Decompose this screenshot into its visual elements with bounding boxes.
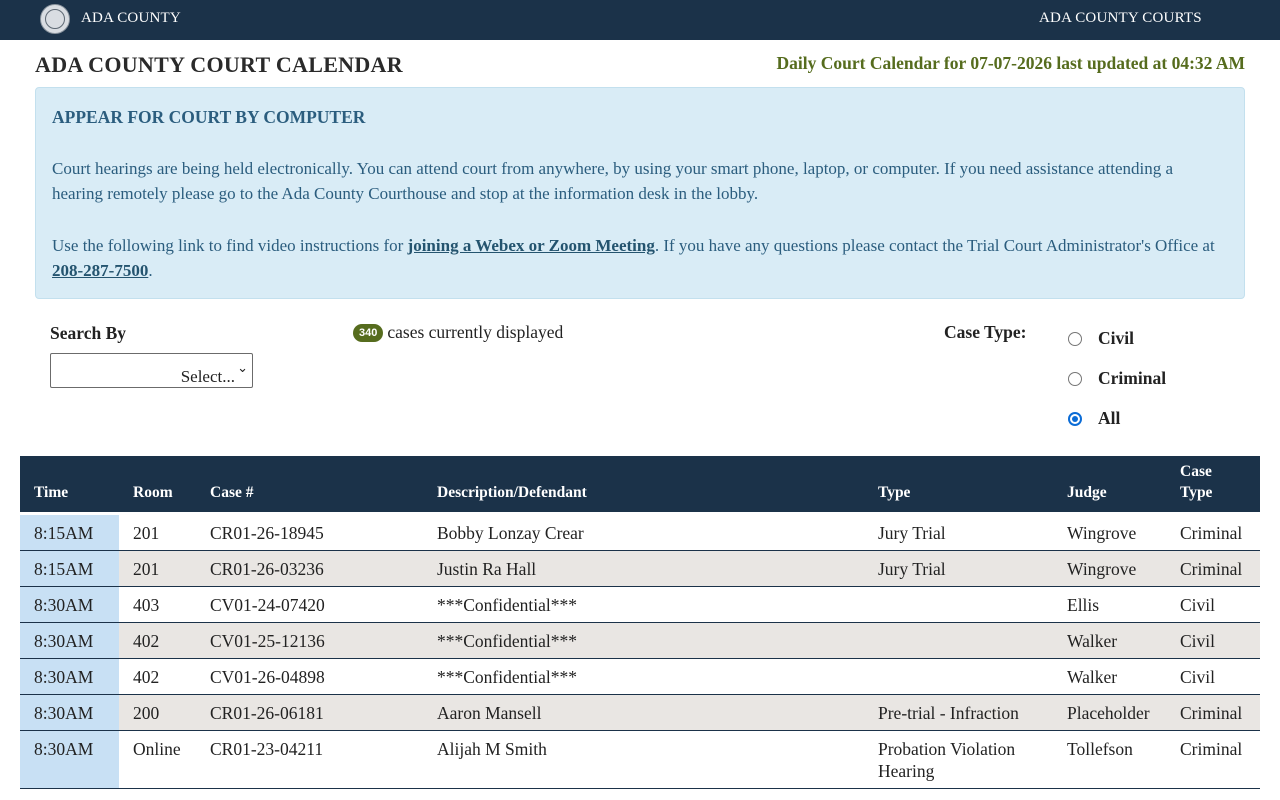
cell-judge: Wingrove [1053, 513, 1166, 551]
cell-type [864, 586, 1053, 623]
case-type-label: Case Type: [944, 322, 1027, 342]
cell-room: 200 [119, 694, 196, 731]
radio-option-all[interactable]: All [1068, 408, 1120, 429]
table-row: 8:30AM 402 CV01-26-04898 ***Confidential***… [20, 658, 1260, 695]
cell-case-number: CR01-26-18945 [196, 513, 423, 551]
notice-title: APPEAR FOR COURT BY COMPUTER [52, 107, 366, 127]
radio-civil[interactable] [1068, 331, 1082, 346]
cell-case-number: CV01-24-07420 [196, 586, 423, 623]
search-by-label: Search By [50, 323, 126, 343]
header-case-type-line1: Case [1180, 462, 1212, 480]
header-judge[interactable]: Judge [1053, 456, 1166, 515]
radio-criminal[interactable] [1068, 371, 1082, 386]
cell-case-type: Civil [1166, 658, 1260, 695]
header-case-type[interactable]: Case Type [1166, 456, 1260, 515]
header-case-type-line2: Type [1180, 483, 1213, 501]
page-title: ADA COUNTY COURT CALENDAR [35, 52, 403, 77]
cell-time: 8:15AM [20, 513, 119, 551]
cell-judge: Placeholder [1053, 694, 1166, 731]
brand-ada-county[interactable]: ADA COUNTY [81, 10, 181, 27]
header-type[interactable]: Type [864, 456, 1053, 515]
radio-all-label[interactable]: All [1098, 408, 1120, 429]
radio-option-criminal[interactable]: Criminal [1068, 368, 1166, 389]
header-description[interactable]: Description/Defendant [423, 456, 864, 515]
table-header-row: Time Room Case # Description/Defendant T… [20, 456, 1260, 515]
cell-description: ***Confidential*** [423, 586, 864, 623]
select-value: Select... [180, 367, 235, 386]
last-updated-text: Daily Court Calendar for 07-07-2026 last… [776, 53, 1245, 73]
table-row: 8:15AM 201 CR01-26-03236 Justin Ra Hall Jury… [20, 550, 1260, 587]
cell-judge: Walker [1053, 622, 1166, 659]
cell-description: ***Confidential*** [423, 658, 864, 695]
cell-time: 8:30AM [20, 586, 119, 623]
cases-count: 340 cases currently displayed [353, 322, 563, 343]
cell-type: Jury Trial [864, 550, 1053, 587]
notice-paragraph-2: Use the following link to find video ins… [52, 233, 1228, 283]
cell-judge: Ellis [1053, 586, 1166, 623]
notice-text: . If you have any questions please conta… [654, 236, 1215, 255]
cell-room: 402 [119, 658, 196, 695]
cell-description: Aaron Mansell [423, 694, 864, 731]
cell-type [864, 658, 1053, 695]
phone-link[interactable]: 208-287-7500 [52, 261, 148, 280]
cell-room: 402 [119, 622, 196, 659]
cell-case-type: Criminal [1166, 730, 1260, 789]
cell-case-type: Criminal [1166, 694, 1260, 731]
court-calendar-table: Time Room Case # Description/Defendant T… [20, 456, 1260, 789]
chevron-down-icon: ⌄ [237, 361, 248, 376]
cell-case-type: Civil [1166, 622, 1260, 659]
case-count-badge: 340 [353, 324, 384, 342]
cell-type [864, 622, 1053, 659]
cell-time: 8:30AM [20, 694, 119, 731]
brand-ada-county-courts[interactable]: ADA COUNTY COURTS [1039, 10, 1202, 27]
cell-case-number: CR01-26-06181 [196, 694, 423, 731]
radio-civil-label[interactable]: Civil [1098, 328, 1134, 349]
cell-room: 201 [119, 550, 196, 587]
notice-text: . [148, 261, 153, 280]
search-by-select[interactable]: Select... ⌄ [50, 353, 253, 388]
cell-case-type: Criminal [1166, 513, 1260, 551]
cell-type: Jury Trial [864, 513, 1053, 551]
cell-time: 8:30AM [20, 730, 119, 789]
cell-time: 8:15AM [20, 550, 119, 587]
cell-time: 8:30AM [20, 622, 119, 659]
cell-case-number: CR01-23-04211 [196, 730, 423, 789]
cell-description: Bobby Lonzay Crear [423, 513, 864, 551]
radio-all[interactable] [1068, 411, 1082, 426]
cell-judge: Walker [1053, 658, 1166, 695]
cell-room: 403 [119, 586, 196, 623]
cell-type: Pre-trial - Infraction [864, 694, 1053, 731]
webex-zoom-link[interactable]: joining a Webex or Zoom Meeting [408, 236, 655, 255]
cell-judge: Tollefson [1053, 730, 1166, 789]
cell-description: Justin Ra Hall [423, 550, 864, 587]
table-row: 8:30AM 200 CR01-26-06181 Aaron Mansell Pre-t… [20, 694, 1260, 731]
radio-criminal-label[interactable]: Criminal [1098, 368, 1166, 389]
cell-time: 8:30AM [20, 658, 119, 695]
cell-type: Probation Violation Hearing [864, 730, 1053, 789]
cell-judge: Wingrove [1053, 550, 1166, 587]
cell-case-type: Criminal [1166, 550, 1260, 587]
remote-court-notice: APPEAR FOR COURT BY COMPUTER Court heari… [35, 87, 1245, 299]
cell-room: Online [119, 730, 196, 789]
table-row: 8:30AM 403 CV01-24-07420 ***Confidential***… [20, 586, 1260, 623]
cell-description: Alijah M Smith [423, 730, 864, 789]
cell-case-number: CV01-26-04898 [196, 658, 423, 695]
table-row: 8:30AM Online CR01-23-04211 Alijah M Smith P… [20, 730, 1260, 789]
table-row: 8:15AM 201 CR01-26-18945 Bobby Lonzay Crear… [20, 513, 1260, 551]
radio-option-civil[interactable]: Civil [1068, 328, 1134, 349]
notice-paragraph-1: Court hearings are being held electronic… [52, 159, 1174, 203]
header-time[interactable]: Time [20, 456, 119, 515]
table-row: 8:30AM 402 CV01-25-12136 ***Confidential***… [20, 622, 1260, 659]
header-case-number[interactable]: Case # [196, 456, 423, 515]
cell-case-type: Civil [1166, 586, 1260, 623]
county-seal-icon[interactable] [40, 4, 70, 34]
cell-room: 201 [119, 513, 196, 551]
cell-case-number: CR01-26-03236 [196, 550, 423, 587]
cell-description: ***Confidential*** [423, 622, 864, 659]
header-room[interactable]: Room [119, 456, 196, 515]
top-navbar: ADA COUNTY ADA COUNTY COURTS [0, 0, 1280, 40]
cell-case-number: CV01-25-12136 [196, 622, 423, 659]
notice-text: Use the following link to find video ins… [52, 236, 408, 255]
cases-count-label: cases currently displayed [387, 322, 564, 342]
